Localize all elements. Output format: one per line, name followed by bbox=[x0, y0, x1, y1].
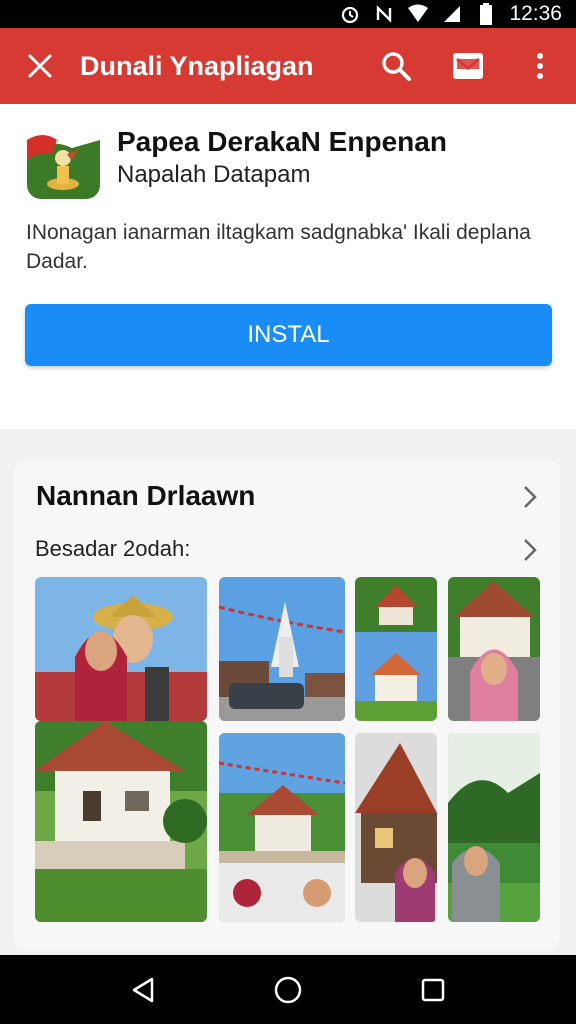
app-name: Papea DerakaN Enpenan bbox=[117, 126, 447, 157]
mail-button[interactable] bbox=[432, 28, 504, 104]
app-description: INonagan ianarman iltagkam sadgnabka' Ik… bbox=[26, 221, 531, 273]
close-icon bbox=[28, 54, 52, 78]
wifi-icon bbox=[407, 3, 429, 25]
thumb-house-woman-purple[interactable] bbox=[355, 733, 437, 922]
back-icon bbox=[132, 977, 153, 1002]
thumb-village-flags[interactable] bbox=[219, 733, 345, 922]
app-icon bbox=[27, 126, 100, 199]
more-options-button[interactable] bbox=[504, 28, 576, 104]
signal-icon bbox=[441, 3, 463, 25]
nfc-icon bbox=[373, 3, 395, 25]
mail-icon bbox=[453, 53, 483, 79]
chevron-right-icon[interactable] bbox=[518, 482, 542, 512]
install-button[interactable]: INSTAL bbox=[25, 304, 552, 366]
chevron-right-icon[interactable] bbox=[518, 536, 542, 564]
thumb-woman-gray-hijab-garden[interactable] bbox=[448, 733, 540, 922]
search-button[interactable] bbox=[360, 28, 432, 104]
close-button[interactable] bbox=[0, 28, 80, 104]
more-vert-icon bbox=[537, 53, 543, 79]
home-button[interactable] bbox=[258, 960, 318, 1020]
app-bar-title: Dunali Ynapliagan bbox=[80, 50, 314, 81]
alarm-icon bbox=[339, 3, 361, 25]
thumb-women-hijab-hat[interactable] bbox=[35, 577, 207, 721]
back-button[interactable] bbox=[113, 960, 173, 1020]
recents-icon bbox=[422, 978, 445, 1001]
search-icon bbox=[382, 52, 411, 81]
home-icon bbox=[274, 976, 302, 1003]
recents-button[interactable] bbox=[403, 960, 463, 1020]
thumb-monument-car[interactable] bbox=[219, 577, 345, 721]
system-nav-bar bbox=[0, 955, 576, 1024]
app-developer[interactable]: Napalah Datapam bbox=[117, 161, 310, 189]
section-title[interactable]: Nannan Drlaawn bbox=[36, 480, 255, 512]
status-bar: 12:36 bbox=[0, 0, 576, 28]
thumb-woman-pink-hijab-house[interactable] bbox=[448, 577, 540, 721]
thumb-pavilion-small[interactable] bbox=[355, 577, 437, 721]
section-subtitle[interactable]: Besadar 2odah: bbox=[35, 536, 190, 562]
app-bar: Dunali Ynapliagan bbox=[0, 28, 576, 104]
app-info-panel: Papea DerakaN Enpenan Napalah Datapam IN… bbox=[0, 104, 576, 429]
status-time: 12:36 bbox=[509, 2, 562, 25]
thumb-traditional-house[interactable] bbox=[35, 721, 207, 922]
battery-icon bbox=[475, 3, 497, 25]
